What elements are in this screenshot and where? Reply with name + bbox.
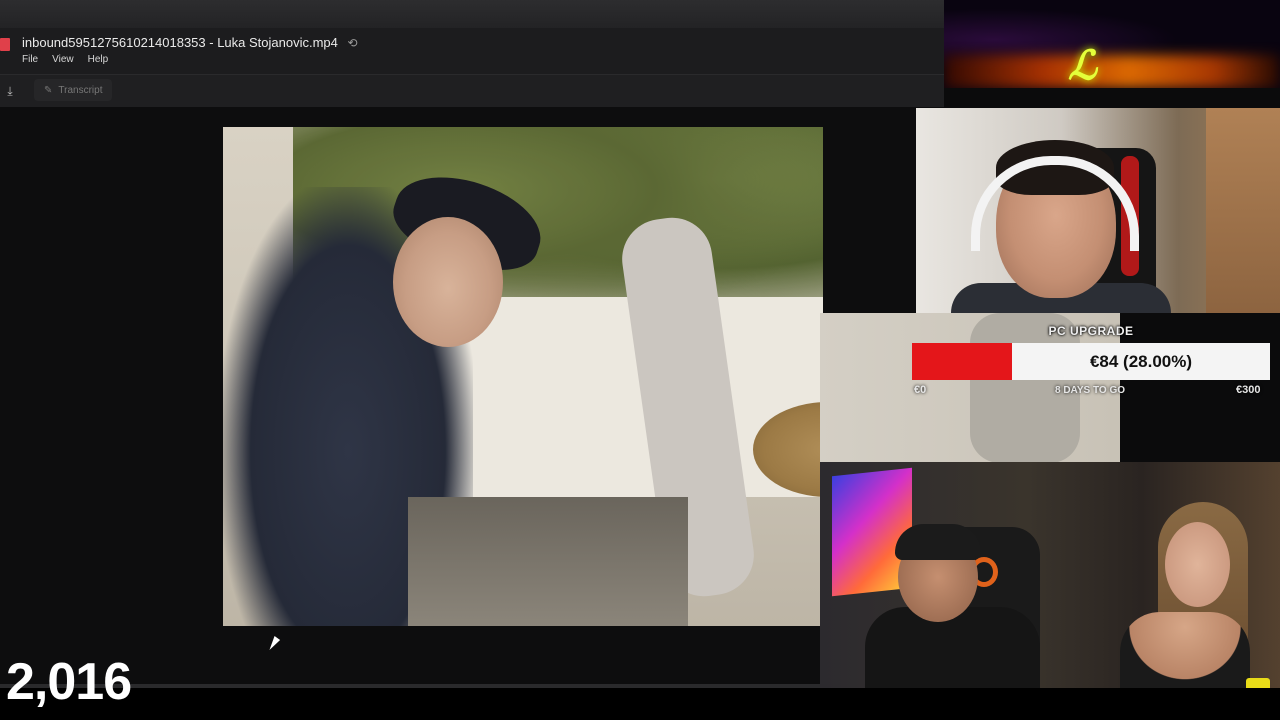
transcript-label: Transcript <box>58 84 103 96</box>
webcam-shelf <box>1206 108 1280 313</box>
woman-body <box>1120 612 1250 688</box>
donation-days-left: 8 DAYS TO GO <box>1054 385 1126 396</box>
transcript-button[interactable]: ✎ Transcript <box>34 79 113 101</box>
donation-goal-title: PC UPGRADE <box>1048 324 1134 338</box>
main-video-player[interactable] <box>223 127 823 626</box>
stream-logo-icon: ℒ <box>1068 42 1097 89</box>
window-titlebar <box>0 0 944 28</box>
donation-progress-bar: €84 (28.00%) <box>912 343 1270 380</box>
download-icon[interactable]: ⤓ <box>3 84 17 98</box>
menu-file[interactable]: File <box>22 54 38 65</box>
transcript-icon: ✎ <box>44 84 53 96</box>
logo-glow <box>944 55 1280 88</box>
donation-start: €0 <box>914 384 927 396</box>
video-face <box>393 217 503 347</box>
stream-logo-panel <box>944 0 1280 88</box>
donation-goal-amount: €300 <box>1236 384 1261 396</box>
video-file-icon <box>0 38 10 51</box>
reaction-webcam <box>820 462 1280 688</box>
donation-amount: €84 (28.00%) <box>1089 352 1193 371</box>
viewer-toolbar: ⤓ ✎ Transcript <box>0 74 944 108</box>
menu-bar: File View Help <box>22 54 108 65</box>
menu-help[interactable]: Help <box>88 54 109 65</box>
video-floor <box>408 497 688 626</box>
file-title: inbound5951275610214018353 - Luka Stojan… <box>22 35 358 50</box>
viewer-count: 2,016 <box>6 653 132 711</box>
man-body <box>865 607 1040 688</box>
man-cap <box>895 524 981 560</box>
menu-view[interactable]: View <box>52 54 74 65</box>
share-icon[interactable]: ⟲ <box>348 36 358 50</box>
woman-face <box>1165 522 1230 607</box>
streamer-webcam <box>916 108 1280 313</box>
file-title-text: inbound5951275610214018353 - Luka Stojan… <box>22 35 338 50</box>
bottom-strip <box>0 688 1280 720</box>
